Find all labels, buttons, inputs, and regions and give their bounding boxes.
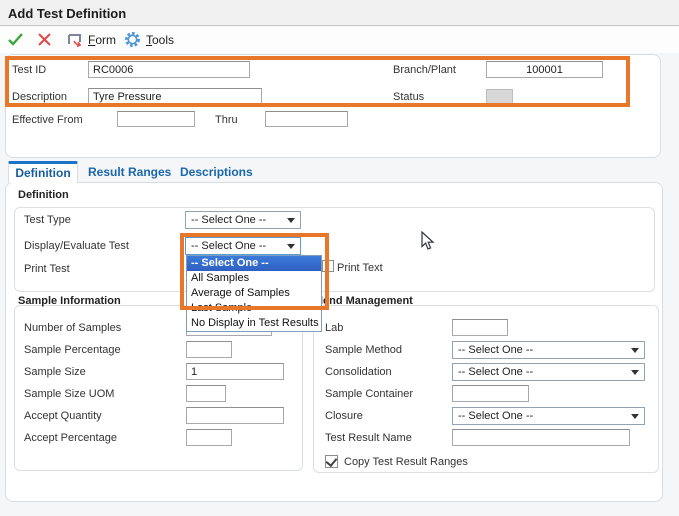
accept-quantity-label: Accept Quantity xyxy=(24,410,102,422)
branch-plant-input[interactable] xyxy=(486,61,603,78)
page-title: Add Test Definition xyxy=(8,6,126,21)
tools-button-rest: ools xyxy=(152,33,174,47)
sample-size-label: Sample Size xyxy=(24,366,86,378)
form-exit-icon[interactable] xyxy=(67,32,84,53)
sample-information-section-title: Sample Information xyxy=(18,295,121,307)
print-text-label: Print Text xyxy=(337,262,383,274)
sample-method-select[interactable]: -- Select One -- xyxy=(452,341,645,359)
toolbar: Form Tools xyxy=(0,27,679,53)
print-test-label: Print Test xyxy=(24,263,70,275)
lab-input[interactable] xyxy=(452,319,508,336)
description-label: Description xyxy=(12,91,67,103)
chevron-down-icon xyxy=(631,414,639,419)
test-type-select-value: -- Select One -- xyxy=(191,214,266,226)
branch-plant-label: Branch/Plant xyxy=(393,64,456,76)
chevron-down-icon xyxy=(631,370,639,375)
cancel-x-icon[interactable] xyxy=(37,32,52,52)
thru-label: Thru xyxy=(215,114,238,126)
tab-result-ranges[interactable]: Result Ranges xyxy=(88,165,171,179)
chevron-down-icon xyxy=(287,244,295,249)
copy-test-result-ranges-checkbox[interactable] xyxy=(325,455,338,468)
sample-method-select-value: -- Select One -- xyxy=(458,344,533,356)
thru-input[interactable] xyxy=(265,111,348,127)
accept-percentage-label: Accept Percentage xyxy=(24,432,117,444)
test-type-select[interactable]: -- Select One -- xyxy=(185,211,301,229)
tab-definition[interactable]: Definition xyxy=(8,161,78,183)
effective-from-label: Effective From xyxy=(12,114,83,126)
tab-definition-label: Definition xyxy=(15,166,70,180)
form-button-rest: orm xyxy=(95,33,116,47)
sample-container-input[interactable] xyxy=(452,385,529,402)
display-evaluate-test-open-list: -- Select One -- All Samples Average of … xyxy=(186,255,322,332)
closure-select-value: -- Select One -- xyxy=(458,410,533,422)
description-input[interactable] xyxy=(88,88,262,105)
test-id-input[interactable] xyxy=(88,61,250,78)
test-id-label: Test ID xyxy=(12,64,46,76)
display-evaluate-test-select-value: -- Select One -- xyxy=(191,240,266,252)
title-bar: Add Test Definition xyxy=(0,0,679,26)
sample-method-label: Sample Method xyxy=(325,344,402,356)
display-evaluate-test-select[interactable]: -- Select One -- xyxy=(185,237,301,255)
sample-size-input[interactable] xyxy=(186,363,284,380)
sample-size-uom-input[interactable] xyxy=(186,385,226,402)
tools-gear-icon[interactable] xyxy=(124,31,141,53)
ok-check-icon[interactable] xyxy=(7,32,24,52)
sample-size-uom-label: Sample Size UOM xyxy=(24,388,114,400)
sample-container-label: Sample Container xyxy=(325,388,413,400)
accept-quantity-input[interactable] xyxy=(186,407,284,424)
tools-button[interactable]: Tools xyxy=(146,33,174,47)
definition-section-title: Definition xyxy=(18,189,69,201)
sample-percentage-label: Sample Percentage xyxy=(24,344,121,356)
accept-percentage-input[interactable] xyxy=(186,429,232,446)
closure-label: Closure xyxy=(325,410,363,422)
dropdown-option[interactable]: Average of Samples xyxy=(187,286,321,301)
consolidation-select[interactable]: -- Select One -- xyxy=(452,363,645,381)
test-result-name-label: Test Result Name xyxy=(325,432,412,444)
dropdown-option[interactable]: All Samples xyxy=(187,271,321,286)
test-result-name-input[interactable] xyxy=(452,429,630,446)
consolidation-select-value: -- Select One -- xyxy=(458,366,533,378)
sample-percentage-input[interactable] xyxy=(186,341,232,358)
copy-test-result-ranges-label: Copy Test Result Ranges xyxy=(344,456,468,468)
print-text-checkbox[interactable] xyxy=(322,260,334,272)
closure-select[interactable]: -- Select One -- xyxy=(452,407,645,425)
dropdown-option[interactable]: Last Sample xyxy=(187,301,321,316)
dropdown-option[interactable]: No Display in Test Results xyxy=(187,316,321,331)
consolidation-label: Consolidation xyxy=(325,366,392,378)
effective-from-input[interactable] xyxy=(117,111,195,127)
chevron-down-icon xyxy=(631,348,639,353)
test-type-label: Test Type xyxy=(24,214,71,226)
chevron-down-icon xyxy=(287,218,295,223)
form-button[interactable]: Form xyxy=(88,33,116,47)
dropdown-option[interactable]: -- Select One -- xyxy=(187,256,321,271)
blend-management-section-title: Blend Management xyxy=(312,295,413,307)
tab-descriptions[interactable]: Descriptions xyxy=(180,165,253,179)
lab-label: Lab xyxy=(325,322,343,334)
status-label: Status xyxy=(393,91,424,103)
status-field-disabled xyxy=(486,89,513,105)
display-evaluate-test-label: Display/Evaluate Test xyxy=(24,240,129,252)
number-of-samples-label: Number of Samples xyxy=(24,322,121,334)
